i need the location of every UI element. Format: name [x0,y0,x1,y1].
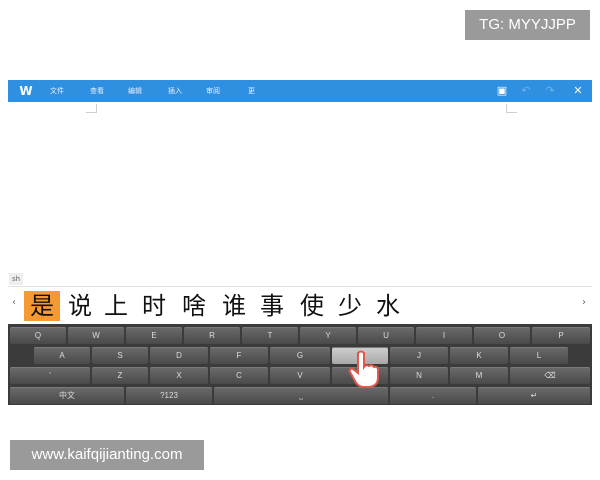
menu-file[interactable]: 文件 [50,80,64,102]
document-canvas[interactable] [8,102,592,272]
key-t[interactable]: T [242,327,298,344]
key-s[interactable]: S [92,347,148,364]
candidate-prev-icon[interactable]: ‹ [12,297,16,308]
key-z[interactable]: Z [92,367,148,384]
menu-insert[interactable]: 插入 [168,80,182,102]
key-r[interactable]: R [184,327,240,344]
key-n[interactable]: N [390,367,448,384]
backspace-icon: ⌫ [544,371,556,380]
save-icon[interactable]: ▣ [494,83,510,99]
close-icon[interactable]: ✕ [570,83,586,99]
ime-pinyin-input: sh [9,273,23,285]
menu-view[interactable]: 查看 [90,80,104,102]
enter-key[interactable]: ↵ [478,387,590,404]
candidate-2[interactable]: 上 [98,291,134,321]
key-p[interactable]: P [532,327,590,344]
redo-icon[interactable]: ↷ [542,83,558,99]
period-key[interactable]: . [390,387,476,404]
candidate-5[interactable]: 谁 [216,291,252,321]
candidate-0[interactable]: 是 [24,291,60,321]
key-u[interactable]: U [358,327,414,344]
key-q[interactable]: Q [10,327,66,344]
margin-marker-left [86,104,97,113]
key-k[interactable]: K [450,347,508,364]
candidate-8[interactable]: 少 [332,291,368,321]
key-w[interactable]: W [68,327,124,344]
candidate-7[interactable]: 使 [294,291,330,321]
space-key[interactable]: ⎵ [214,387,388,404]
candidate-9[interactable]: 水 [370,291,406,321]
margin-marker-right [506,104,517,113]
space-bar-icon: ⎵ [299,391,303,400]
candidate-6[interactable]: 事 [254,291,290,321]
app-toolbar: W 文件 查看 编辑 插入 审阅 更 ▣ ↶ ↷ ✕ [8,80,592,102]
candidate-4[interactable]: 啥 [176,291,212,321]
candidate-1[interactable]: 说 [62,291,98,321]
enter-icon: ↵ [530,391,538,400]
key-v[interactable]: V [270,367,330,384]
lang-switch-key[interactable]: 中文 [10,387,124,404]
menu-review[interactable]: 审阅 [206,80,220,102]
symbols-key[interactable]: ?123 [126,387,212,404]
key-m[interactable]: M [450,367,508,384]
key-g[interactable]: G [270,347,330,364]
key-l[interactable]: L [510,347,568,364]
backspace-key[interactable]: ⌫ [510,367,590,384]
key-apostrophe[interactable]: ' [10,367,90,384]
key-c[interactable]: C [210,367,268,384]
key-i[interactable]: I [416,327,472,344]
app-logo-icon: W [19,84,33,98]
menu-edit[interactable]: 编辑 [128,80,142,102]
candidate-bar: ‹ 是 说 上 时 啥 谁 事 使 少 水 › [8,286,592,325]
key-d[interactable]: D [150,347,208,364]
key-j[interactable]: J [390,347,448,364]
undo-icon[interactable]: ↶ [518,83,534,99]
candidate-next-icon[interactable]: › [582,297,586,308]
key-e[interactable]: E [126,327,182,344]
key-a[interactable]: A [34,347,90,364]
key-o[interactable]: O [474,327,530,344]
watermark-top: TG: MYYJJPP [465,10,590,40]
key-y[interactable]: Y [300,327,356,344]
key-f[interactable]: F [210,347,268,364]
watermark-bottom: www.kaifqijianting.com [10,440,204,470]
candidate-3[interactable]: 时 [136,291,172,321]
menu-more[interactable]: 更 [248,80,255,102]
touch-pointer-icon [348,350,379,388]
soft-keyboard: Q W E R T Y U I O P A S D F G H J K L ' … [8,324,592,405]
key-x[interactable]: X [150,367,208,384]
